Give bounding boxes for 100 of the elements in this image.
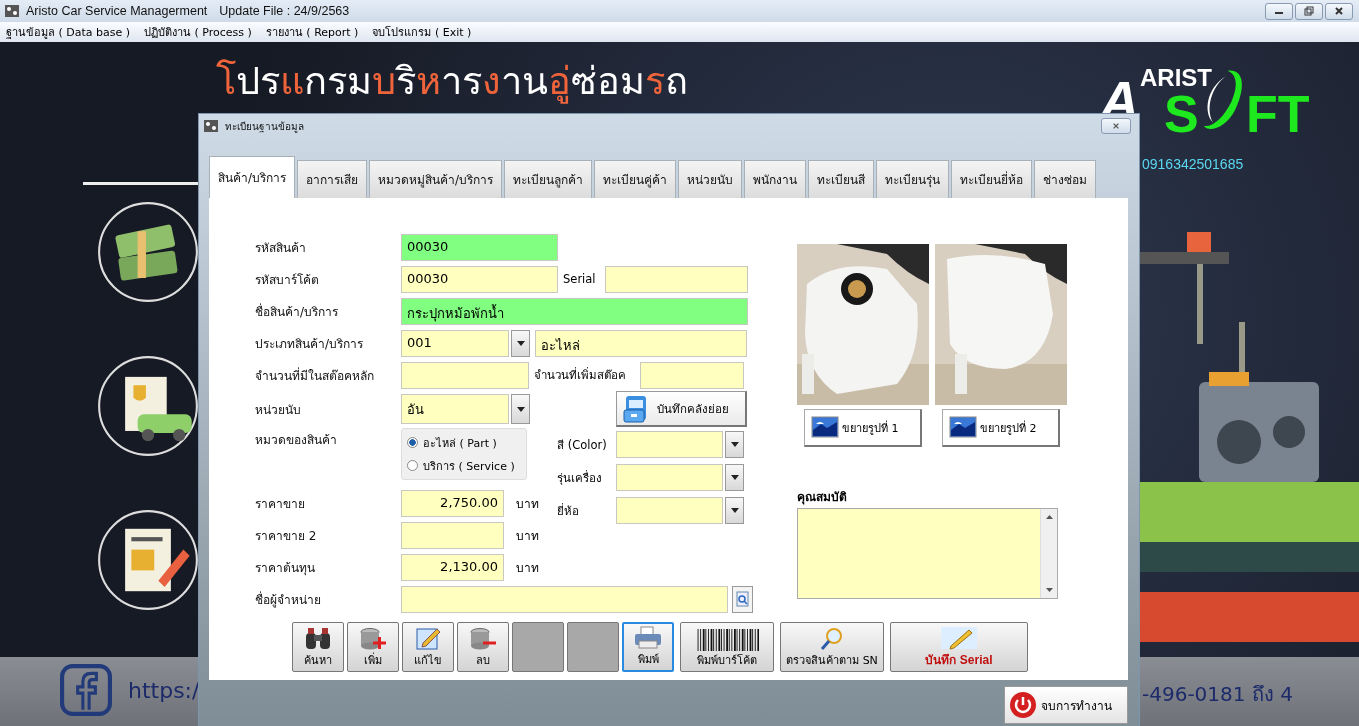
input-field[interactable]: 2,130.00 bbox=[401, 553, 504, 581]
input-field[interactable] bbox=[640, 361, 744, 389]
menu-item[interactable]: ฐานข้อมูล ( Data base ) bbox=[6, 23, 131, 41]
save-substock-button[interactable]: บันทึกคลังย่อย bbox=[616, 391, 747, 427]
restore-button[interactable] bbox=[1295, 2, 1323, 20]
phone-number: 0916342501685 bbox=[1142, 156, 1244, 172]
printer-icon bbox=[633, 626, 663, 650]
tab[interactable]: ทะเบียนรุ่น bbox=[876, 160, 950, 198]
field-label: สี (Color) bbox=[557, 436, 608, 454]
menu-item[interactable]: จบโปรแกรม ( Exit ) bbox=[372, 23, 472, 41]
edit-icon bbox=[413, 627, 443, 651]
input-field[interactable] bbox=[616, 431, 723, 458]
currency-label: บาท bbox=[516, 527, 539, 545]
tab[interactable]: พนักงาน bbox=[744, 160, 807, 198]
caret-icon bbox=[730, 442, 739, 447]
binoculars-icon bbox=[303, 627, 333, 651]
input-field[interactable]: 00030 bbox=[401, 233, 558, 261]
dropdown-button[interactable] bbox=[725, 497, 744, 524]
dropdown-button[interactable] bbox=[511, 394, 530, 424]
banner-text: -496-0181 ถึง 4 bbox=[1142, 681, 1293, 708]
toolbar-button[interactable]: เพิ่ม bbox=[347, 622, 399, 672]
input-field[interactable] bbox=[401, 521, 504, 549]
cabinet-icon bbox=[623, 393, 649, 424]
toolbar-button[interactable]: พิมพ์บาร์โค้ต bbox=[680, 622, 774, 672]
tab[interactable]: ทะเบียนลูกค้า bbox=[504, 160, 593, 198]
caret-icon bbox=[516, 406, 525, 412]
field-label: ยี่ห้อ bbox=[557, 502, 580, 520]
currency-label: บาท bbox=[516, 559, 539, 577]
input-field[interactable]: 00030 bbox=[401, 265, 558, 293]
logo-text: FT bbox=[1246, 86, 1310, 142]
search-button[interactable] bbox=[732, 585, 753, 613]
dropdown-button[interactable] bbox=[511, 329, 530, 357]
dropdown-button[interactable] bbox=[725, 431, 744, 458]
facebook-icon[interactable] bbox=[60, 664, 112, 716]
dialog-title: ทะเบียนฐานข้อมูล bbox=[225, 119, 304, 134]
blank-button[interactable] bbox=[512, 622, 564, 672]
database-minus-icon bbox=[468, 627, 498, 651]
toolbar-button[interactable]: ค้นหา bbox=[292, 622, 344, 672]
input-field[interactable] bbox=[616, 464, 723, 491]
pencil-icon bbox=[939, 626, 979, 650]
app-icon bbox=[4, 3, 20, 19]
tab[interactable]: หน่วยนับ bbox=[678, 160, 743, 198]
enlarge-image-button[interactable]: ขยายรูปที่ 2 bbox=[942, 409, 1060, 447]
radio-label[interactable]: บริการ ( Service ) bbox=[423, 456, 515, 475]
toolbar-button[interactable]: แก้ไข bbox=[402, 622, 454, 672]
heading: โปรแกรมบริหารงานอู่ซ่อมรถ bbox=[216, 58, 688, 106]
tab[interactable]: ทะเบียนคู่ค้า bbox=[594, 160, 677, 198]
input-field[interactable]: อัน bbox=[401, 394, 509, 424]
tab[interactable]: ช่างซ่อม bbox=[1034, 160, 1097, 198]
input-field[interactable]: 2,750.00 bbox=[401, 489, 504, 517]
field-label: รหัสบาร์โค้ต bbox=[255, 271, 320, 289]
input-field[interactable]: กระปุกหม้อพักน้ำ bbox=[401, 297, 748, 325]
app-icon bbox=[203, 118, 219, 134]
currency-label: บาท bbox=[516, 495, 539, 513]
window-title: Aristo Car Service Managerment bbox=[26, 4, 208, 18]
update-date: Update File : 24/9/2563 bbox=[219, 4, 350, 18]
menu-item[interactable]: ปฏิบัติงาน ( Process ) bbox=[144, 23, 252, 41]
menu-item[interactable]: รายงาน ( Report ) bbox=[265, 23, 359, 41]
scroll-up-icon[interactable] bbox=[1045, 515, 1053, 519]
scroll-down-icon[interactable] bbox=[1045, 588, 1053, 592]
close-icon bbox=[1111, 122, 1121, 130]
close-icon bbox=[1334, 6, 1344, 16]
close-button[interactable] bbox=[1325, 2, 1353, 20]
scrollbar[interactable] bbox=[1040, 509, 1057, 598]
database-plus-icon bbox=[358, 627, 388, 651]
input-field[interactable]: 001 bbox=[401, 329, 509, 357]
enlarge-image-button[interactable]: ขยายรูปที่ 1 bbox=[804, 409, 922, 447]
tab[interactable]: ทะเบียนยี่ห้อ bbox=[951, 160, 1033, 198]
search-icon bbox=[735, 591, 750, 607]
restore-icon bbox=[1304, 6, 1314, 16]
tab[interactable]: สินค้า/บริการ bbox=[209, 156, 296, 198]
field-label: จำนวนที่มีในสต๊อคหลัก bbox=[255, 366, 375, 385]
input-field[interactable] bbox=[401, 361, 529, 389]
barcode-icon bbox=[695, 629, 759, 651]
radio-button[interactable] bbox=[407, 437, 418, 448]
input-field[interactable] bbox=[401, 585, 728, 613]
toolbar-button[interactable]: ลบ bbox=[457, 622, 509, 672]
input-field[interactable] bbox=[616, 497, 723, 524]
input-field[interactable] bbox=[605, 265, 748, 293]
exit-button[interactable]: จบการทำงาน bbox=[1004, 686, 1128, 724]
field-label: หน่วยนับ bbox=[255, 401, 302, 419]
minimize-button[interactable] bbox=[1265, 2, 1293, 20]
tab[interactable]: หมวดหมู่สินค้า/บริการ bbox=[369, 160, 503, 198]
power-icon bbox=[1009, 691, 1037, 719]
blank-button[interactable] bbox=[567, 622, 619, 672]
toolbar-button[interactable]: บันทึก Serial bbox=[890, 622, 1028, 672]
toolbar-button[interactable]: พิมพ์ bbox=[622, 622, 674, 672]
radio-label[interactable]: อะไหล่ ( Part ) bbox=[423, 433, 497, 452]
field-label: ประเภทสินค้า/บริการ bbox=[255, 335, 365, 353]
input-field[interactable]: อะไหล่ bbox=[535, 329, 747, 357]
toolbar-button[interactable]: ตรวจสินค้าตาม SN bbox=[780, 622, 884, 672]
field-label: ราคาขาย 2 bbox=[255, 527, 318, 545]
tab[interactable]: อาการเสีย bbox=[297, 160, 368, 198]
radio-button[interactable] bbox=[407, 460, 418, 471]
field-label: ราคาขาย bbox=[255, 495, 306, 513]
caret-icon bbox=[730, 508, 739, 513]
tab[interactable]: ทะเบียนสี bbox=[808, 160, 875, 198]
caret-icon bbox=[730, 475, 739, 480]
dropdown-button[interactable] bbox=[725, 464, 744, 491]
field-label: Serial bbox=[563, 272, 597, 286]
